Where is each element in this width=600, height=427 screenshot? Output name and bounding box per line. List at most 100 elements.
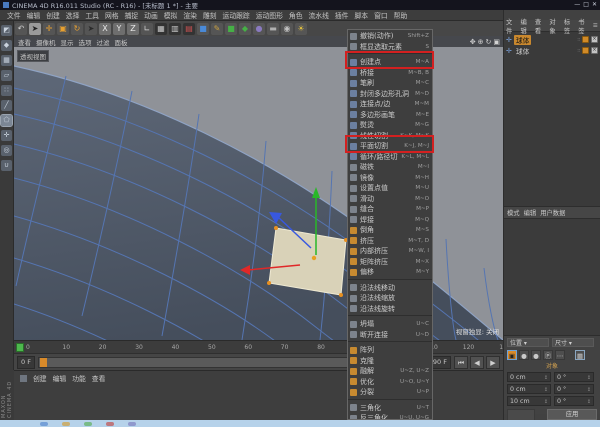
play-backwards-button[interactable]: ◀ <box>470 356 484 369</box>
menubar-item-18[interactable]: 帮助 <box>391 10 411 20</box>
menubar-item-17[interactable]: 窗口 <box>371 10 391 20</box>
pivot-icon[interactable]: Ⓟ <box>543 350 553 360</box>
menubar-item-4[interactable]: 工具 <box>82 10 102 20</box>
context-menu-item[interactable]: 阵列 <box>348 345 432 356</box>
environment-icon[interactable]: ● <box>253 23 265 35</box>
undo-icon[interactable]: ↶ <box>15 23 27 35</box>
menubar-item-0[interactable]: 文件 <box>4 10 24 20</box>
apply-button[interactable]: 应用 <box>547 409 597 420</box>
viewport-menu-5[interactable]: 面板 <box>115 37 128 47</box>
polygon-selection-tag[interactable] <box>582 36 589 43</box>
live-selection-icon[interactable]: ➤ <box>29 23 41 35</box>
visibility-dots[interactable]: ∶∶ <box>533 37 580 43</box>
object-name[interactable]: 球体 <box>514 35 532 45</box>
context-menu-item[interactable]: 优化U~O, U~Y <box>348 377 432 388</box>
context-menu-item[interactable]: 矩阵挤压M~X <box>348 257 432 268</box>
context-menu-item[interactable]: 镜像M~H <box>348 173 432 184</box>
context-menu-item[interactable]: 循环/路径切割K~L, M~L <box>348 152 432 163</box>
window-control-2[interactable]: ✕ <box>592 1 597 9</box>
spline-pen-icon[interactable]: ✎ <box>211 23 223 35</box>
material-menu-1[interactable]: 编辑 <box>53 373 67 383</box>
object-manager-menu-3[interactable]: 对象 <box>549 17 560 35</box>
context-menu-item[interactable]: 焊接M~Q <box>348 215 432 226</box>
context-menu-item[interactable]: 断开连接U~D <box>348 330 432 341</box>
menubar-item-12[interactable]: 运动图形 <box>253 10 286 20</box>
viewport-solo-icon[interactable]: ◎ <box>1 145 12 156</box>
workplane-lock-icon[interactable]: ▦ <box>575 350 585 360</box>
window-control-1[interactable]: □ <box>583 1 589 9</box>
pan-view-icon[interactable]: ✥ <box>470 37 476 47</box>
scale-tool-icon[interactable]: ▣ <box>57 23 69 35</box>
viewport-menu-4[interactable]: 过滤 <box>97 37 110 47</box>
taskbar-app-icon-0[interactable] <box>40 422 48 426</box>
context-menu-item[interactable]: 沿法线移动 <box>348 283 432 294</box>
generator-icon[interactable]: ■ <box>225 23 237 35</box>
menubar-item-5[interactable]: 网格 <box>102 10 122 20</box>
axis-lock-icon[interactable]: ▣ <box>507 350 517 360</box>
axis-x-button[interactable]: X <box>99 23 111 35</box>
current-frame-field[interactable]: 0 F <box>17 356 35 369</box>
coordinate-value-field[interactable]: 10 cm↕ <box>507 396 551 406</box>
timeline-slider-handle[interactable] <box>40 358 47 367</box>
context-menu-item[interactable]: 沿法线缩放 <box>348 293 432 304</box>
timeline-playhead[interactable] <box>16 343 24 352</box>
taskbar-app-icon-1[interactable] <box>62 422 70 426</box>
menubar-item-13[interactable]: 角色 <box>286 10 306 20</box>
model-mode-icon[interactable]: ◆ <box>1 40 12 51</box>
context-menu-item[interactable]: 缝合M~P <box>348 204 432 215</box>
timeline-tick[interactable]: 60 <box>244 344 252 351</box>
deformer-icon[interactable]: ◆ <box>239 23 251 35</box>
timeline-tick[interactable]: 70 <box>281 344 289 351</box>
object-manager-menu-1[interactable]: 编辑 <box>520 17 531 35</box>
primitive-cube-icon[interactable]: ■ <box>197 23 209 35</box>
timeline-tick[interactable]: 50 <box>208 344 216 351</box>
rotate-view-icon[interactable]: ↻ <box>486 37 492 47</box>
context-menu-item[interactable]: 分裂U~P <box>348 387 432 398</box>
polygon-selection-tag[interactable] <box>582 47 589 54</box>
context-menu-item[interactable]: 偏移M~Y <box>348 267 432 278</box>
camera-icon[interactable]: ◉ <box>281 23 293 35</box>
material-menu-2[interactable]: 功能 <box>72 373 86 383</box>
axis-y-arrow[interactable] <box>312 187 320 198</box>
menubar-item-7[interactable]: 动画 <box>141 10 161 20</box>
render-region-icon[interactable]: ▥ <box>169 23 181 35</box>
snap-icon[interactable]: ∪ <box>1 160 12 171</box>
coordinate-header-1[interactable]: 尺寸 ▾ <box>552 338 594 347</box>
context-menu-item[interactable]: 三角化U~T <box>348 403 432 414</box>
timeline-tick[interactable]: 0 <box>26 344 30 351</box>
coordinate-value-field[interactable]: 0 °↕ <box>554 384 594 394</box>
attribute-manager-area[interactable] <box>504 218 600 335</box>
object-manager-list[interactable]: ✛球体∶∶×✛球体∶∶× <box>504 31 600 206</box>
context-menu-item[interactable]: 设置点值M~U <box>348 183 432 194</box>
context-menu-item[interactable]: 笔刷M~C <box>348 78 432 89</box>
menubar-item-6[interactable]: 捕捉 <box>122 10 142 20</box>
context-menu-item[interactable]: 多边形画笔M~E <box>348 110 432 121</box>
material-menu-0[interactable]: 创建 <box>33 373 47 383</box>
timeline-tick[interactable]: 30 <box>135 344 143 351</box>
move-tool-icon[interactable]: ✛ <box>43 23 55 35</box>
context-menu-item[interactable]: 沿法线旋转 <box>348 304 432 315</box>
menubar-item-14[interactable]: 流水线 <box>306 10 332 20</box>
selected-polygon[interactable] <box>269 228 346 295</box>
zoom-view-icon[interactable]: ⊕ <box>478 37 484 47</box>
object-manager-menu-4[interactable]: 标签 <box>564 17 575 35</box>
options-icon[interactable]: ⋯ <box>555 350 565 360</box>
object-row[interactable]: ✛球体∶∶× <box>504 34 600 45</box>
attribute-menu-1[interactable]: 编辑 <box>524 208 537 217</box>
rotate-tool-icon[interactable]: ↻ <box>71 23 83 35</box>
viewport-menu-0[interactable]: 查看 <box>18 37 31 47</box>
axis-origin[interactable] <box>312 256 316 260</box>
goto-start-button[interactable]: ⏮ <box>454 356 468 369</box>
visibility-dots[interactable]: ∶∶ <box>533 48 580 54</box>
object-manager-menu-5[interactable]: 书签 <box>578 17 589 35</box>
axis-y-button[interactable]: Y <box>113 23 125 35</box>
timeline-tick[interactable]: 20 <box>99 344 107 351</box>
context-menu-item[interactable]: 连接点/边M~M <box>348 99 432 110</box>
attribute-menu-0[interactable]: 模式 <box>507 208 520 217</box>
coord-system-icon[interactable]: ∟ <box>141 23 153 35</box>
menubar-item-9[interactable]: 渲染 <box>180 10 200 20</box>
timeline-tick[interactable]: 40 <box>172 344 180 351</box>
timeline-tick[interactable]: 80 <box>317 344 325 351</box>
menubar-item-16[interactable]: 脚本 <box>351 10 371 20</box>
last-tool-icon[interactable]: ➤ <box>85 23 97 35</box>
